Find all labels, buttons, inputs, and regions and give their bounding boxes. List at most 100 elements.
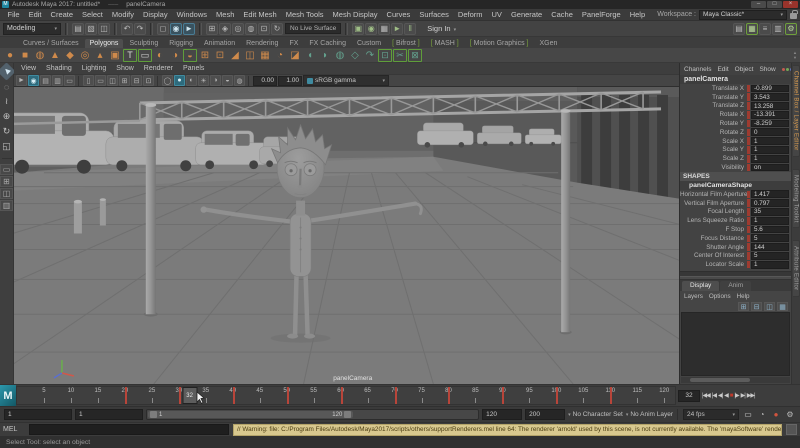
- channel-center-of-interest[interactable]: Center Of Interest5: [680, 252, 791, 261]
- channel-visibility[interactable]: Visibilityon: [680, 163, 791, 172]
- menu-generate[interactable]: Generate: [506, 10, 546, 19]
- panel-menu-shading[interactable]: Shading: [46, 65, 72, 72]
- channel-rotate-x[interactable]: Rotate X-13.391: [680, 110, 791, 119]
- channel-focus-distance[interactable]: Focus Distance5: [680, 234, 791, 243]
- channel-value-field[interactable]: -0.899: [751, 85, 789, 93]
- safe-title-icon[interactable]: ⊡: [143, 75, 154, 86]
- shelf-scroll-arrows[interactable]: ▲▼: [793, 50, 797, 60]
- layout-single-pane[interactable]: ▭: [0, 164, 13, 175]
- shape-node-name[interactable]: panelCameraShape: [680, 181, 791, 190]
- scale-tool[interactable]: ◱: [0, 140, 13, 153]
- channel-focal-length[interactable]: Focal Length35: [680, 208, 791, 217]
- menu-mesh-display[interactable]: Mesh Display: [328, 10, 382, 19]
- multi-cut-icon[interactable]: ✂: [393, 49, 407, 62]
- snap-curve-icon[interactable]: ◈: [219, 23, 231, 35]
- script-editor-button[interactable]: [786, 424, 797, 435]
- separate-icon[interactable]: ⊞: [198, 49, 212, 62]
- channel-value-field[interactable]: 0.797: [751, 199, 789, 207]
- snap-point-icon[interactable]: ◎: [232, 23, 244, 35]
- time-slider[interactable]: 32 5101520253035404550556065707580859095…: [16, 386, 676, 405]
- playback-range-bar[interactable]: 1 120: [148, 411, 353, 418]
- panel-menu-show[interactable]: Show: [116, 65, 134, 72]
- menu-set-select[interactable]: Modeling: [3, 23, 61, 35]
- channel-value-field[interactable]: 1: [751, 137, 789, 145]
- select-component-icon[interactable]: ►: [183, 23, 195, 35]
- shelf-tab-rendering[interactable]: Rendering: [241, 39, 283, 48]
- poly-plane-icon[interactable]: ◆: [63, 49, 77, 62]
- poly-svg-icon[interactable]: ▭: [138, 49, 152, 62]
- channel-value-field[interactable]: on: [751, 164, 789, 172]
- channel-value-field[interactable]: 144: [751, 243, 789, 251]
- layer-tab-display[interactable]: Display: [682, 281, 719, 291]
- colorspace-select[interactable]: sRGB gamma: [303, 75, 389, 86]
- channel-rotate-y[interactable]: Rotate Y-8.259: [680, 119, 791, 128]
- channel-value-field[interactable]: 5.6: [751, 226, 789, 234]
- playback-speed-icon[interactable]: ◔: [756, 409, 768, 421]
- channel-value-field[interactable]: 1: [751, 217, 789, 225]
- script-warning-message[interactable]: // Warning: file: C:/Program Files/Autod…: [233, 424, 782, 436]
- new-scene-icon[interactable]: ▤: [72, 23, 84, 35]
- menu-select[interactable]: Select: [78, 10, 108, 19]
- pinch-tool-icon[interactable]: ↷: [363, 49, 377, 62]
- channel-value-field[interactable]: 13.258: [751, 102, 789, 110]
- poly-cone-icon[interactable]: ▲: [48, 49, 62, 62]
- mel-label[interactable]: MEL: [3, 426, 25, 433]
- lock-camera-icon[interactable]: ◉: [28, 75, 39, 86]
- smooth-target-icon[interactable]: ◗: [318, 49, 332, 62]
- menu-mesh[interactable]: Mesh: [212, 10, 239, 19]
- save-scene-icon[interactable]: ◫: [98, 23, 110, 35]
- layout-two-pane[interactable]: ◫: [0, 188, 13, 199]
- film-gate-icon[interactable]: ▯: [83, 75, 94, 86]
- shelf-tab-polygons[interactable]: Polygons: [85, 39, 124, 48]
- quad-draw-icon[interactable]: ⊡: [378, 49, 392, 62]
- menu-help[interactable]: Help: [625, 10, 649, 19]
- modeling-toolkit-toggle-icon[interactable]: ▦: [746, 23, 758, 35]
- channel-menu-channels[interactable]: Channels: [684, 66, 711, 73]
- new-layer-from-selected-icon[interactable]: ⊟: [751, 302, 762, 311]
- channel-menu-show[interactable]: Show: [759, 66, 775, 73]
- select-object-icon[interactable]: ◉: [170, 23, 182, 35]
- shelf-tab-mash[interactable]: MASH: [426, 39, 464, 48]
- side-tab-modeling-toolkit[interactable]: Modeling Toolkit: [793, 169, 800, 229]
- select-camera-icon[interactable]: ►: [16, 75, 27, 86]
- layer-menu-layers[interactable]: Layers: [684, 293, 703, 300]
- channel-f-stop[interactable]: F Stop5.6: [680, 225, 791, 234]
- anti-alias-icon[interactable]: ◍: [234, 75, 245, 86]
- occlusion-icon[interactable]: ◒: [222, 75, 233, 86]
- tool-settings-toggle-icon[interactable]: ≡: [759, 23, 771, 35]
- redo-icon[interactable]: ↷: [134, 23, 146, 35]
- channel-menu-edit[interactable]: Edit: [717, 66, 728, 73]
- layout-four-pane[interactable]: ⊞: [0, 176, 13, 187]
- channel-vertical-film-aperture[interactable]: Vertical Film Aperture0.797: [680, 199, 791, 208]
- mel-command-input[interactable]: [29, 424, 229, 435]
- maximize-button[interactable]: □: [767, 1, 782, 8]
- shelf-tab-bifrost[interactable]: Bifrost: [387, 39, 425, 48]
- launch-render-view-icon[interactable]: ►: [391, 23, 403, 35]
- fps-select[interactable]: 24 fps: [683, 409, 739, 420]
- shelf-tab-fx-caching[interactable]: FX Caching: [304, 39, 351, 48]
- menu-mesh-tools[interactable]: Mesh Tools: [281, 10, 328, 19]
- extrude-icon[interactable]: ⊡: [213, 49, 227, 62]
- poly-pipe-icon[interactable]: ▣: [108, 49, 122, 62]
- ipr-render-icon[interactable]: ◉: [365, 23, 377, 35]
- shelf-tab-xgen[interactable]: XGen: [534, 39, 562, 48]
- menu-file[interactable]: File: [3, 10, 24, 19]
- smooth-icon[interactable]: ◔: [273, 49, 287, 62]
- new-render-layer-icon[interactable]: ◫: [764, 302, 775, 311]
- channel-scale-y[interactable]: Scale Y1: [680, 146, 791, 155]
- poly-type-icon[interactable]: T: [123, 49, 137, 62]
- sculpt-tool-icon[interactable]: ◖: [303, 49, 317, 62]
- channel-value-field[interactable]: 1: [751, 261, 789, 269]
- shelf-tab-fx[interactable]: FX: [284, 39, 303, 48]
- anim-layer-select[interactable]: No Anim Layer: [626, 411, 673, 418]
- channel-scale-x[interactable]: Scale X1: [680, 137, 791, 146]
- channel-value-field[interactable]: 1: [751, 146, 789, 154]
- snap-grid-icon[interactable]: ⊞: [206, 23, 218, 35]
- animation-end-field[interactable]: 200: [525, 409, 565, 420]
- image-plane-icon[interactable]: ▭: [64, 75, 75, 86]
- auto-keyframe-icon[interactable]: ●: [770, 409, 782, 421]
- sign-in-button[interactable]: Sign In: [427, 24, 456, 33]
- layer-menu-help[interactable]: Help: [737, 293, 750, 300]
- shelf-tab-animation[interactable]: Animation: [199, 39, 240, 48]
- menu-deform[interactable]: Deform: [453, 10, 487, 19]
